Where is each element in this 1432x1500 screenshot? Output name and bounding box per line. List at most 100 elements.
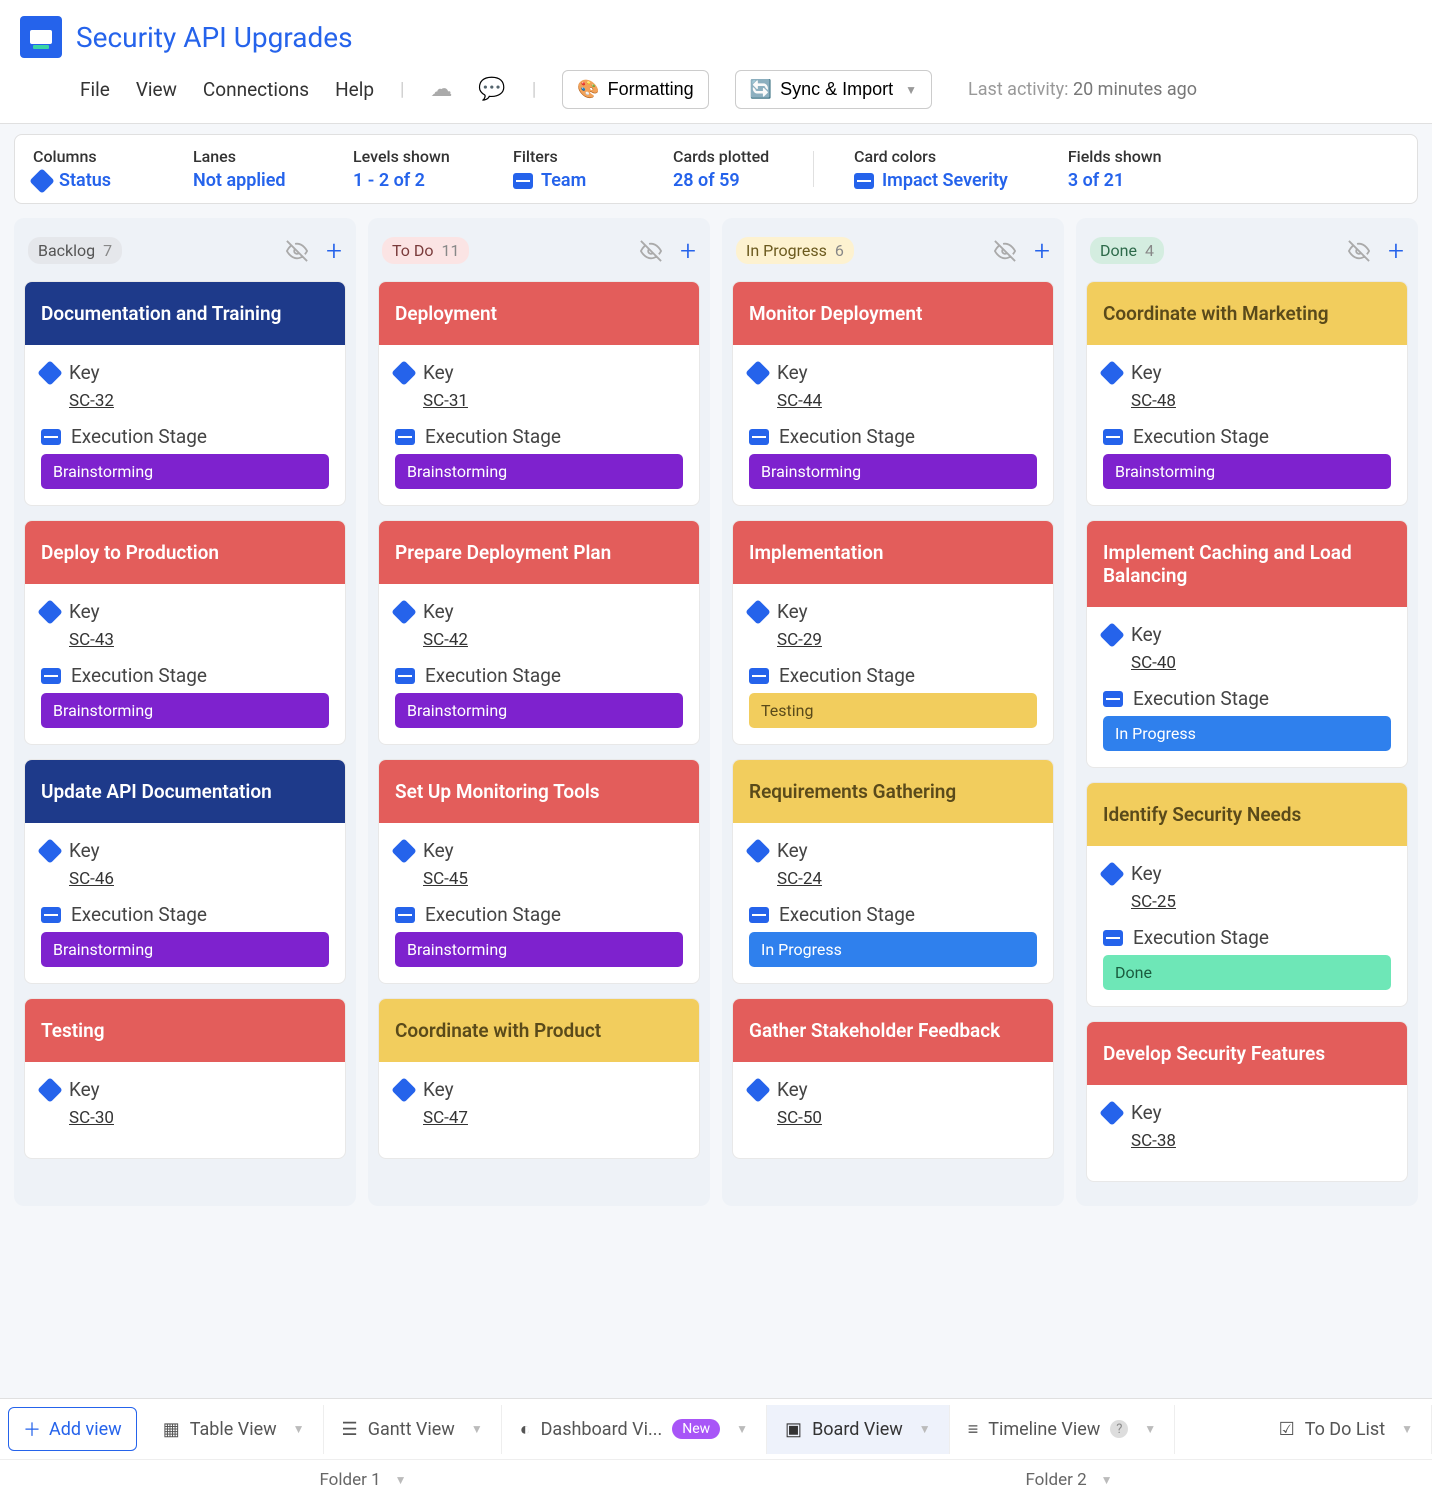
stage-icon: [749, 668, 769, 684]
menu-file[interactable]: File: [80, 78, 110, 101]
stage-label: Execution Stage: [779, 425, 915, 448]
view-tab[interactable]: ☰Gantt View▼: [324, 1405, 502, 1454]
column-pill[interactable]: In Progress6: [736, 237, 854, 264]
activity-time: 20 minutes ago: [1073, 79, 1197, 100]
stage-label: Execution Stage: [1133, 425, 1269, 448]
card[interactable]: Coordinate with MarketingKeySC-48Executi…: [1086, 281, 1408, 506]
card-key[interactable]: SC-47: [423, 1108, 468, 1128]
column-pill[interactable]: Done4: [1090, 237, 1164, 264]
chevron-down-icon[interactable]: ▼: [471, 1422, 483, 1436]
stage-icon: [395, 429, 415, 445]
eye-off-icon[interactable]: [1348, 240, 1370, 262]
view-tab[interactable]: ☑To Do List▼: [1261, 1405, 1432, 1454]
add-view-button[interactable]: ＋ Add view: [8, 1407, 137, 1451]
stage-label: Execution Stage: [425, 664, 561, 687]
key-label: Key: [1131, 361, 1162, 384]
chevron-down-icon[interactable]: ▼: [293, 1422, 305, 1436]
card-key[interactable]: SC-46: [69, 869, 114, 889]
view-tab[interactable]: ▦Table View▼: [145, 1405, 324, 1454]
folder-tab[interactable]: Folder 1▼: [319, 1470, 406, 1490]
add-card-button[interactable]: +: [326, 234, 342, 267]
config-colors[interactable]: Card colors Impact Severity: [854, 147, 1008, 191]
card-key[interactable]: SC-50: [777, 1108, 822, 1128]
card-key[interactable]: SC-30: [69, 1108, 114, 1128]
chevron-down-icon[interactable]: ▼: [919, 1422, 931, 1436]
diamond-icon: [29, 168, 54, 193]
card[interactable]: Develop Security FeaturesKeySC-38: [1086, 1021, 1408, 1182]
card-key[interactable]: SC-43: [69, 630, 114, 650]
card-key[interactable]: SC-31: [423, 391, 468, 411]
add-card-button[interactable]: +: [1034, 234, 1050, 267]
card[interactable]: Identify Security NeedsKeySC-25Execution…: [1086, 782, 1408, 1007]
view-tab[interactable]: ▣Board View▼: [767, 1405, 950, 1454]
help-icon[interactable]: ?: [1110, 1420, 1128, 1438]
card-key[interactable]: SC-29: [777, 630, 822, 650]
card-key[interactable]: SC-40: [1131, 653, 1176, 673]
card[interactable]: Set Up Monitoring Tools Key SC-45 Execution…: [378, 759, 700, 984]
card-key[interactable]: SC-44: [777, 391, 822, 411]
config-filters[interactable]: Filters Team: [513, 147, 613, 191]
config-lanes[interactable]: Lanes Not applied: [193, 147, 293, 191]
card[interactable]: Update API DocumentationKeySC-46Executio…: [24, 759, 346, 984]
card-key[interactable]: SC-42: [423, 630, 468, 650]
chat-icon[interactable]: 💬: [478, 77, 505, 102]
add-card-button[interactable]: +: [1388, 234, 1404, 267]
chevron-down-icon[interactable]: ▼: [1401, 1422, 1413, 1436]
card[interactable]: Requirements GatheringKeySC-24Execution …: [732, 759, 1054, 984]
card[interactable]: Gather Stakeholder FeedbackKeySC-50: [732, 998, 1054, 1159]
folder-tab[interactable]: Folder 2▼: [1025, 1470, 1112, 1490]
config-columns[interactable]: Columns Status: [33, 147, 133, 191]
view-tab[interactable]: ◐Dashboard Vi...New▼: [502, 1405, 767, 1454]
card[interactable]: Prepare Deployment PlanKeySC-42Execution…: [378, 520, 700, 745]
card-title: Develop Security Features: [1087, 1022, 1407, 1085]
stage-label: Execution Stage: [71, 664, 207, 687]
card[interactable]: DeploymentKeySC-31Execution StageBrainst…: [378, 281, 700, 506]
card[interactable]: Implement Caching and Load BalancingKeyS…: [1086, 520, 1408, 768]
card-key[interactable]: SC-24: [777, 869, 822, 889]
key-label: Key: [423, 839, 454, 862]
view-tab[interactable]: ≡Timeline View?▼: [950, 1405, 1175, 1454]
column-pill[interactable]: Backlog7: [28, 237, 122, 264]
card-key[interactable]: SC-45: [423, 869, 468, 889]
column-pill[interactable]: To Do11: [382, 237, 469, 264]
config-plotted[interactable]: Cards plotted 28 of 59: [673, 147, 773, 191]
card-title: Set Up Monitoring Tools: [379, 760, 699, 823]
card[interactable]: Documentation and TrainingKeySC-32Execut…: [24, 281, 346, 506]
card-title: Coordinate with Product: [379, 999, 699, 1062]
add-card-button[interactable]: +: [680, 234, 696, 267]
stage-label: Execution Stage: [425, 903, 561, 926]
card-title: Documentation and Training: [25, 282, 345, 345]
config-fields[interactable]: Fields shown 3 of 21: [1068, 147, 1168, 191]
eye-off-icon[interactable]: [994, 240, 1016, 262]
card[interactable]: Coordinate with ProductKeySC-47: [378, 998, 700, 1159]
formatting-button[interactable]: 🎨 Formatting: [562, 70, 708, 109]
view-icon: ≡: [968, 1419, 979, 1440]
card-key[interactable]: SC-38: [1131, 1131, 1176, 1151]
config-levels[interactable]: Levels shown 1 - 2 of 2: [353, 147, 453, 191]
chevron-down-icon[interactable]: ▼: [1144, 1422, 1156, 1436]
menu-view[interactable]: View: [136, 78, 177, 101]
view-tab-label: Board View: [812, 1419, 903, 1440]
diamond-icon: [1099, 1100, 1124, 1125]
card-key[interactable]: SC-32: [69, 391, 114, 411]
menu-help[interactable]: Help: [335, 78, 374, 101]
eye-off-icon[interactable]: [640, 240, 662, 262]
stage-chip: Brainstorming: [395, 932, 683, 967]
view-tab-label: To Do List: [1305, 1419, 1385, 1440]
sync-import-button[interactable]: 🔄 Sync & Import ▼: [735, 70, 932, 109]
card[interactable]: ImplementationKeySC-29Execution StageTes…: [732, 520, 1054, 745]
app-logo[interactable]: [20, 16, 62, 58]
card[interactable]: Monitor DeploymentKeySC-44Execution Stag…: [732, 281, 1054, 506]
cloud-icon[interactable]: ☁: [430, 77, 452, 102]
card[interactable]: Deploy to ProductionKeySC-43Execution St…: [24, 520, 346, 745]
eye-off-icon[interactable]: [286, 240, 308, 262]
key-label: Key: [69, 600, 100, 623]
card-key[interactable]: SC-25: [1131, 892, 1176, 912]
chevron-down-icon: ▼: [905, 83, 917, 97]
card[interactable]: TestingKeySC-30: [24, 998, 346, 1159]
chevron-down-icon[interactable]: ▼: [736, 1422, 748, 1436]
menu-connections[interactable]: Connections: [203, 78, 309, 101]
chevron-down-icon[interactable]: ▼: [395, 1473, 407, 1487]
card-key[interactable]: SC-48: [1131, 391, 1176, 411]
chevron-down-icon[interactable]: ▼: [1101, 1473, 1113, 1487]
